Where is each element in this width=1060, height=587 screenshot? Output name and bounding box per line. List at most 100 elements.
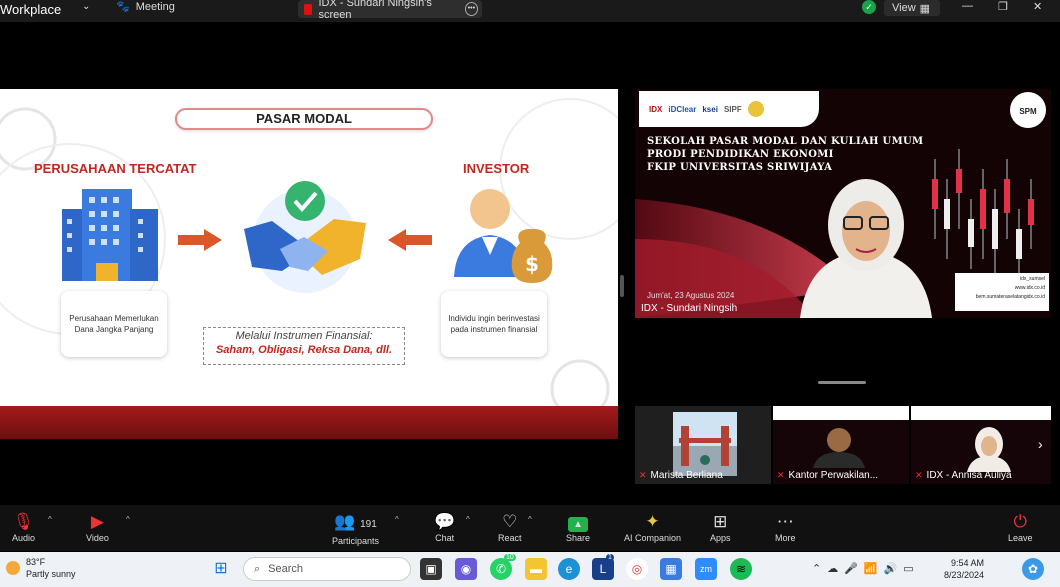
whatsapp-icon[interactable]: ✆ [490, 558, 512, 580]
zoom-meeting-window: { "topbar": { "app_name": "Workplace", "… [0, 0, 1060, 587]
chat-label: Chat [435, 533, 455, 543]
chevron-down-icon[interactable]: ⌄ [82, 1, 90, 12]
social-links: idx_sumsel www.idx.co.id bem.sumaterasel… [955, 273, 1049, 311]
mic-muted-icon: ✕ [777, 470, 785, 480]
meeting-menu[interactable]: 🐾 Meeting [116, 0, 175, 14]
spm-badge: SPM [1010, 92, 1046, 128]
company-card: Perusahaan Memerlukan Dana Jangka Panjan… [61, 291, 167, 357]
share-icon [304, 3, 313, 15]
chat-options-icon[interactable]: ^ [466, 515, 470, 524]
resize-handle[interactable] [818, 381, 866, 384]
ai-companion-button[interactable]: ✦ AI Companion [624, 511, 681, 543]
file-explorer-icon[interactable]: ▬ [525, 558, 547, 580]
participant-name-label: ✕ IDX - Annisa Auliya [915, 470, 1012, 481]
speaker-person [800, 179, 932, 318]
idclear-logo: iDClear [668, 104, 697, 114]
store-badge: 1 [606, 554, 614, 561]
system-tray[interactable]: ⌃☁🎤📶🔊▭ [812, 562, 920, 575]
date: 8/23/2024 [944, 570, 985, 580]
video-button[interactable]: ▶ Video [86, 511, 109, 543]
audio-label: Audio [12, 533, 36, 543]
minimize-icon[interactable]: — [962, 0, 973, 12]
participant-tile[interactable]: ✕ Kantor Perwakilan... [773, 406, 909, 484]
event-headline: SEKOLAH PASAR MODAL DAN KULIAH UMUM PROD… [647, 135, 923, 174]
investor-card: Individu ingin berinvestasi pada instrum… [441, 291, 547, 357]
apps-button[interactable]: ⊞ Apps [710, 511, 731, 543]
mic-muted-icon: ✕ [915, 470, 923, 480]
participant-tile[interactable]: ✕ Marista Berliana [635, 406, 771, 484]
task-view-icon[interactable]: ▣ [420, 558, 442, 580]
handshake-check-icon [244, 181, 366, 293]
participants-label: Participants [332, 536, 380, 546]
participants-icon: 👥 191 [334, 512, 377, 531]
chat-button[interactable]: 💬 Chat [434, 511, 455, 543]
spotify-icon[interactable]: ≋ [730, 558, 752, 580]
apps-icon: ⊞ [713, 512, 728, 531]
audio-options-icon[interactable]: ^ [48, 515, 52, 524]
headline-line3: FKIP UNIVERSITAS SRIWIJAYA [647, 162, 833, 173]
screen-share-indicator[interactable]: IDX - Sundari Ningsih's screen ••• [298, 0, 482, 21]
audio-button[interactable]: 🎙 Audio [12, 511, 35, 543]
share-label: Share [566, 533, 591, 543]
title-bar: Workplace ⌄ 🐾 Meeting IDX - Sundari Ning… [0, 0, 1060, 22]
arrow-left-icon [388, 229, 432, 251]
react-label: React [498, 533, 522, 543]
windows-taskbar: 83°F Partly sunny ⊞ ⌕ Search ▣ ◉ ✆ 10 ▬ … [0, 552, 1060, 587]
edge-icon[interactable]: e [558, 558, 580, 580]
view-button[interactable]: View ▦ [884, 0, 940, 16]
active-speaker-video[interactable]: IDX iDClear ksei SIPF SPM SEKOLAH PASAR … [635, 89, 1051, 318]
investor-icon: $ [454, 189, 553, 283]
time: 9:54 AM [951, 558, 985, 568]
store-icon[interactable]: L [592, 558, 614, 580]
chat-app-icon[interactable]: ◉ [455, 558, 477, 580]
participant-photo [967, 427, 1011, 472]
instrument-box: Melalui Instrumen Finansial: Saham, Obli… [203, 327, 405, 365]
more-button[interactable]: ⋯ More [775, 511, 796, 543]
react-button[interactable]: ♡ React [498, 511, 522, 543]
weather-widget[interactable]: 83°F Partly sunny [6, 556, 76, 580]
video-label: Video [86, 533, 109, 543]
taskbar-search[interactable]: ⌕ Search [243, 557, 411, 581]
participant-name: Marista Berliana [650, 470, 723, 481]
more-icon[interactable]: ••• [464, 2, 478, 16]
weather-condition: Partly sunny [26, 569, 76, 579]
participant-banner [911, 406, 1051, 420]
share-button[interactable]: ▲ Share [566, 511, 590, 543]
ai-companion-label: AI Companion [624, 533, 682, 543]
split-view-divider[interactable] [620, 275, 624, 297]
social-handle: idx_sumsel [1019, 276, 1045, 282]
leave-button[interactable]: ⏻ Leave [1008, 511, 1033, 543]
start-icon[interactable]: ⊞ [210, 558, 232, 580]
chrome-icon[interactable]: ◎ [626, 558, 648, 580]
next-page-icon[interactable]: › [1038, 436, 1043, 452]
search-placeholder: Search [268, 563, 304, 575]
ksei-logo: ksei [702, 104, 718, 114]
apps-label: Apps [710, 533, 731, 543]
idx-logo: IDX [649, 104, 663, 114]
leave-icon: ⏻ [1013, 512, 1027, 531]
svg-text:$: $ [525, 252, 539, 276]
mic-muted-icon: 🎙 [12, 512, 35, 531]
participant-tile[interactable]: ✕ IDX - Annisa Auliya [911, 406, 1051, 484]
video-off-icon: ▶ [90, 512, 104, 531]
participant-banner [773, 406, 909, 420]
participant-name-label: ✕ Marista Berliana [639, 470, 723, 481]
headline-line2: PRODI PENDIDIKAN EKONOMI [647, 149, 834, 160]
calculator-icon[interactable]: ▦ [660, 558, 682, 580]
view-label: View [892, 2, 916, 14]
react-options-icon[interactable]: ^ [528, 515, 532, 524]
clock[interactable]: 9:54 AM 8/23/2024 [944, 557, 984, 581]
sparkle-icon: ✦ [645, 512, 660, 531]
meeting-controls: 🎙 Audio ^ ▶ Video ^ 👥 191 Participants ^… [0, 505, 1060, 551]
participant-photo [673, 412, 737, 476]
participants-button[interactable]: 👥 191 Participants [332, 511, 379, 546]
university-seal [747, 101, 764, 117]
video-options-icon[interactable]: ^ [126, 515, 130, 524]
copilot-icon[interactable]: ✿ [1022, 558, 1044, 580]
close-icon[interactable]: ✕ [1033, 0, 1042, 13]
shield-check-icon[interactable]: ✓ [862, 0, 876, 14]
maximize-icon[interactable]: ❐ [998, 0, 1008, 13]
participant-name: IDX - Annisa Auliya [926, 470, 1012, 481]
participants-options-icon[interactable]: ^ [395, 515, 399, 524]
zoom-icon[interactable]: zm [695, 558, 717, 580]
